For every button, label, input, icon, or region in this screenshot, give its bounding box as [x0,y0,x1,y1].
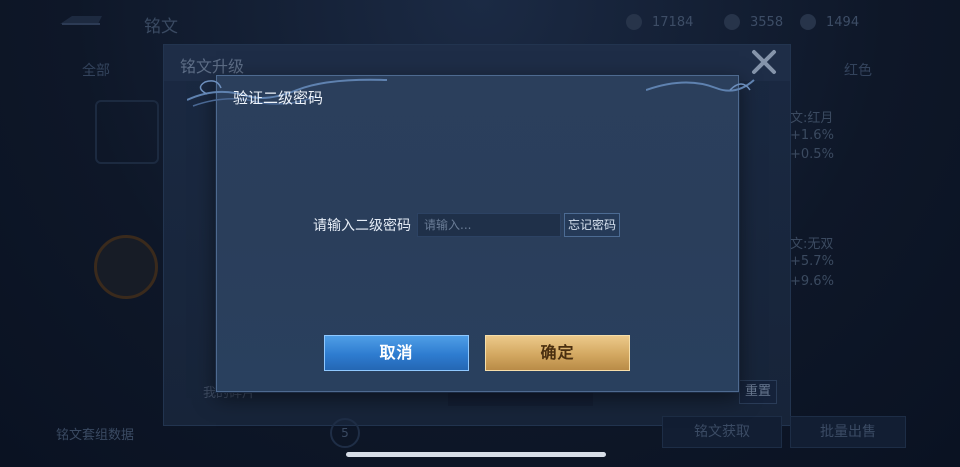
stat-value: +1.6% [790,128,834,143]
home-indicator[interactable] [346,452,606,457]
tab-all[interactable]: 全部 [82,60,110,80]
stat-value: +9.6% [790,274,834,289]
password-label: 请输入二级密码 [313,218,411,234]
bulk-sell-button[interactable]: 批量出售 [790,416,906,448]
diamond-icon [724,14,740,30]
upgrade-button[interactable] [448,392,593,406]
password-input[interactable] [417,213,561,237]
back-icon[interactable] [58,12,104,32]
stat-name: 文:红月 [790,111,834,126]
rune-emblem-icon [94,235,158,299]
reset-button[interactable]: 重置 [739,380,777,404]
stat-name: 文:无双 [790,237,834,252]
cloud-ornament-icon [646,79,755,92]
forgot-password-button[interactable]: 忘记密码 [564,213,621,237]
get-runes-button[interactable]: 铭文获取 [662,416,782,448]
stat-value: +5.7% [790,254,834,269]
token-icon [800,14,816,30]
gold-coin-icon [626,14,642,30]
stat-value: +0.5% [790,147,834,162]
tab-red[interactable]: 红色 [844,60,872,80]
dialog-title: 验证二级密码 [233,89,324,107]
cancel-button[interactable]: 取消 [324,335,469,371]
token-resource: 1494 [800,14,859,30]
confirm-button[interactable]: 确定 [485,335,630,371]
page-title: 铭文 [144,17,178,37]
diamond-resource: 3558 [724,14,783,30]
rune-card[interactable] [95,100,159,164]
password-dialog: 验证二级密码 请输入二级密码 忘记密码 取消 确定 [187,75,755,392]
rune-set-count: 5 [330,418,360,448]
password-row: 请输入二级密码 忘记密码 [313,213,621,237]
rune-set-label[interactable]: 铭文套组数据 [56,424,134,443]
gold-resource: 17184 [626,14,693,30]
top-bar: 铭文 17184 3558 1494 [0,0,960,44]
